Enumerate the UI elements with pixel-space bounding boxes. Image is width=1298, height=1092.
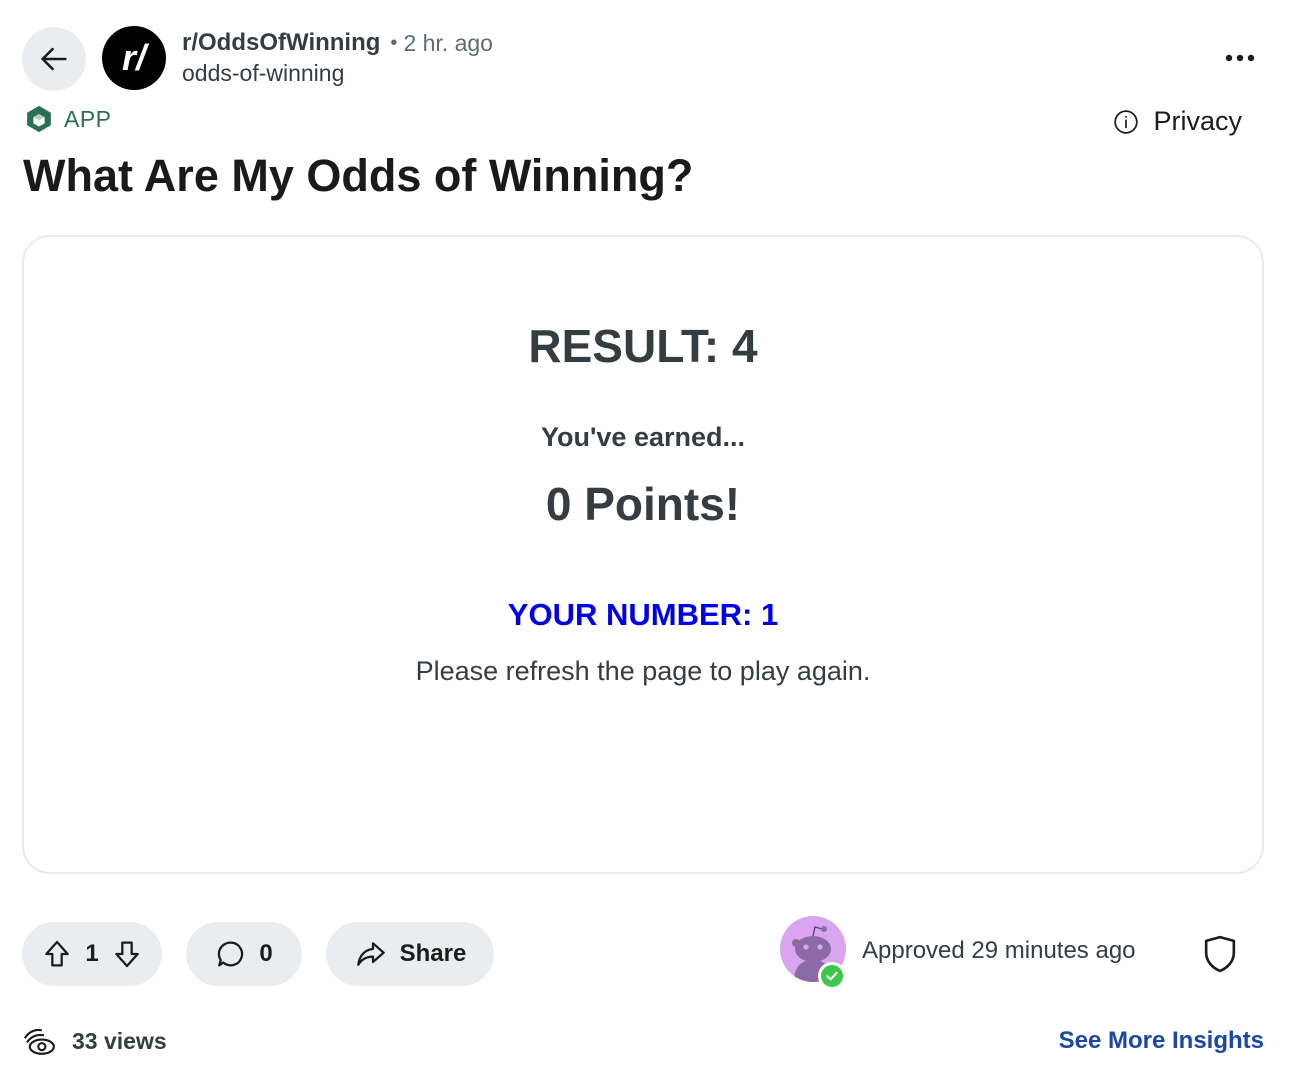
- vote-controls: 1: [22, 922, 162, 986]
- more-horizontal-icon: [1225, 54, 1255, 62]
- downvote-icon: [114, 941, 139, 968]
- privacy-link[interactable]: Privacy: [1113, 106, 1242, 137]
- comments-button[interactable]: 0: [186, 922, 302, 986]
- earned-text: You've earned...: [541, 422, 745, 452]
- your-number-text: YOUR NUMBER: 1: [507, 597, 779, 632]
- check-icon: [826, 971, 838, 981]
- back-button[interactable]: [22, 27, 86, 91]
- meta-separator: •: [390, 31, 398, 54]
- share-label: Share: [399, 940, 467, 967]
- approved-check-badge: [818, 962, 846, 990]
- app-content-card: RESULT: 4 You've earned... 0 Points! YOU…: [22, 235, 1264, 874]
- author-username[interactable]: odds-of-winning: [182, 60, 493, 87]
- comment-icon: [218, 941, 244, 967]
- post-meta: r/OddsOfWinning • 2 hr. ago odds-of-winn…: [182, 28, 493, 87]
- info-icon: [1114, 109, 1139, 134]
- result-text: RESULT: 4: [528, 320, 758, 372]
- subreddit-avatar[interactable]: r/: [102, 26, 166, 90]
- subreddit-name[interactable]: r/OddsOfWinning: [182, 29, 380, 57]
- post-title: What Are My Odds of Winning?: [23, 150, 694, 201]
- upvote-icon: [45, 940, 70, 967]
- views-counter: 33 views: [22, 1024, 167, 1058]
- share-icon: [356, 942, 385, 966]
- arrow-left-icon: [41, 47, 67, 71]
- upvote-button[interactable]: [41, 937, 73, 971]
- subreddit-avatar-text: r/: [121, 37, 146, 78]
- post-time: 2 hr. ago: [403, 29, 493, 56]
- share-button[interactable]: Share: [326, 922, 494, 986]
- app-badge-label: APP: [64, 105, 112, 132]
- refresh-message: Please refresh the page to play again.: [415, 656, 871, 686]
- mod-shield-icon: [1204, 935, 1236, 973]
- see-more-insights-link[interactable]: See More Insights: [1059, 1027, 1264, 1055]
- mod-actions-button[interactable]: [1201, 934, 1239, 974]
- privacy-label: Privacy: [1153, 106, 1242, 136]
- downvote-button[interactable]: [111, 937, 143, 971]
- comment-count: 0: [259, 940, 273, 967]
- app-cube-icon: [27, 105, 51, 133]
- points-text: 0 Points!: [545, 478, 741, 530]
- views-count: 33 views: [72, 1027, 167, 1054]
- approved-status: Approved 29 minutes ago: [862, 937, 1136, 964]
- more-options-button[interactable]: [1218, 40, 1262, 76]
- vote-count: 1: [85, 940, 99, 967]
- views-eye-icon: [23, 1028, 55, 1055]
- app-badge: APP: [24, 104, 112, 134]
